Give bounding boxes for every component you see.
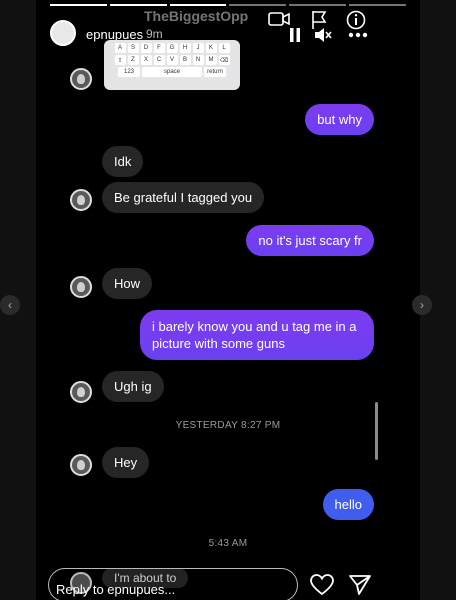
message-bubble-received: Be grateful I tagged you (102, 182, 265, 213)
video-camera-icon[interactable] (268, 10, 290, 28)
sender-avatar (70, 454, 92, 476)
delete-key: ⌫ (218, 55, 230, 65)
key: D (140, 43, 152, 53)
send-icon[interactable] (348, 574, 372, 596)
keyboard-row: 123 space return (108, 67, 236, 77)
space-key: space (142, 67, 202, 77)
progress-segment (169, 4, 227, 6)
message-bubble-sent: but why (305, 104, 374, 135)
sender-avatar (70, 381, 92, 403)
message-bubble-received: How (102, 268, 153, 299)
key: G (166, 43, 178, 53)
timestamp: YESTERDAY 8:27 PM (175, 420, 281, 431)
key: F (153, 43, 165, 53)
keyboard-snippet: A S D F G H J K L ⇧ Z X C V B N M ⌫ 123 … (104, 40, 240, 90)
progress-segment (50, 4, 107, 6)
progress-segment (109, 4, 167, 6)
story-viewer: TheBiggestOpp epnupues 9m A S D F G H J … (36, 0, 420, 600)
numbers-key: 123 (118, 67, 140, 77)
key: C (153, 55, 165, 65)
key: L (218, 43, 230, 53)
key: S (127, 43, 139, 53)
key: B (179, 55, 191, 65)
overlay-username: TheBiggestOpp (144, 8, 249, 24)
timestamp: 5:43 AM (208, 538, 248, 549)
info-icon[interactable] (346, 10, 366, 30)
keyboard-row: ⇧ Z X C V B N M ⌫ (108, 55, 236, 65)
message-bubble-sent: hello (322, 489, 374, 520)
keyboard-row: A S D F G H J K L (108, 43, 236, 53)
key: A (114, 43, 126, 53)
message-bubble-sent: no it's just scary fr (246, 225, 374, 256)
message-bubble-received: Idk (102, 146, 144, 177)
more-options-icon[interactable] (348, 32, 368, 38)
key: Z (127, 55, 139, 65)
key: M (205, 55, 217, 65)
shift-key: ⇧ (114, 55, 126, 65)
key: H (179, 43, 191, 53)
key: J (192, 43, 204, 53)
key: X (140, 55, 152, 65)
heart-icon[interactable] (310, 574, 334, 596)
progress-segment (349, 4, 406, 6)
reply-placeholder[interactable]: Reply to epnupues... (56, 582, 175, 597)
sender-avatar (70, 189, 92, 211)
progress-segment (229, 4, 287, 6)
profile-avatar[interactable] (50, 20, 76, 46)
story-time: 9m (146, 27, 163, 41)
message-bubble-received: Ugh ig (102, 371, 164, 402)
story-progress-bar (50, 4, 406, 6)
pause-icon[interactable] (288, 27, 302, 43)
message-bubble-sent: i barely know you and u tag me in a pict… (140, 310, 374, 360)
return-key: return (204, 67, 226, 77)
mute-icon[interactable] (314, 27, 332, 43)
key: K (205, 43, 217, 53)
sender-avatar (70, 68, 92, 90)
previous-story-arrow[interactable]: ‹ (0, 295, 20, 315)
scrollbar[interactable] (375, 402, 378, 460)
message-bubble-received: Hey (102, 447, 150, 478)
key: V (166, 55, 178, 65)
progress-segment (289, 4, 347, 6)
sender-avatar (70, 276, 92, 298)
next-story-arrow[interactable]: › (412, 295, 432, 315)
key: N (192, 55, 204, 65)
